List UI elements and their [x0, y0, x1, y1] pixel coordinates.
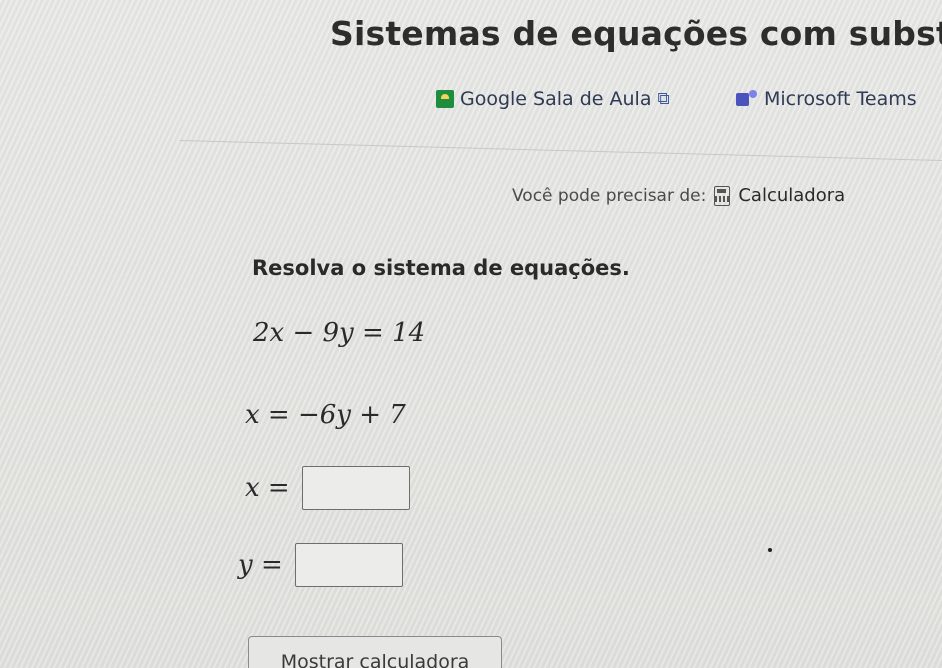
google-classroom-icon — [436, 90, 454, 108]
page-title: Sistemas de equações com substitu — [330, 14, 942, 53]
microsoft-teams-label: Microsoft Teams — [764, 88, 917, 110]
equation-2: x = −6y + 7 — [245, 400, 406, 430]
answer-row-y: y = — [238, 543, 403, 587]
external-link-icon: ⧉ — [657, 89, 670, 109]
calculator-icon — [714, 185, 731, 206]
tools-needed: Você pode precisar de: Calculadora — [512, 185, 845, 206]
microsoft-teams-icon — [736, 90, 758, 108]
y-label: y = — [238, 550, 283, 580]
calculator-link[interactable]: Calculadora — [738, 185, 845, 206]
exercise-page: Sistemas de equações com substitu Google… — [0, 0, 942, 668]
microsoft-teams-link[interactable]: Microsoft Teams — [736, 88, 917, 110]
show-calculator-button[interactable]: Mostrar calculadora — [248, 636, 502, 668]
tools-needed-text: Você pode precisar de: — [512, 185, 707, 206]
equation-1: 2x − 9y = 14 — [253, 318, 426, 348]
google-classroom-label: Google Sala de Aula — [460, 88, 652, 110]
stray-dot — [768, 548, 772, 552]
y-answer-input[interactable] — [294, 543, 403, 587]
google-classroom-link[interactable]: Google Sala de Aula ⧉ — [436, 88, 670, 110]
answer-row-x: x = — [245, 466, 410, 510]
x-label: x = — [245, 473, 290, 503]
divider — [179, 140, 942, 162]
problem-prompt: Resolva o sistema de equações. — [252, 256, 630, 280]
x-answer-input[interactable] — [301, 466, 410, 510]
